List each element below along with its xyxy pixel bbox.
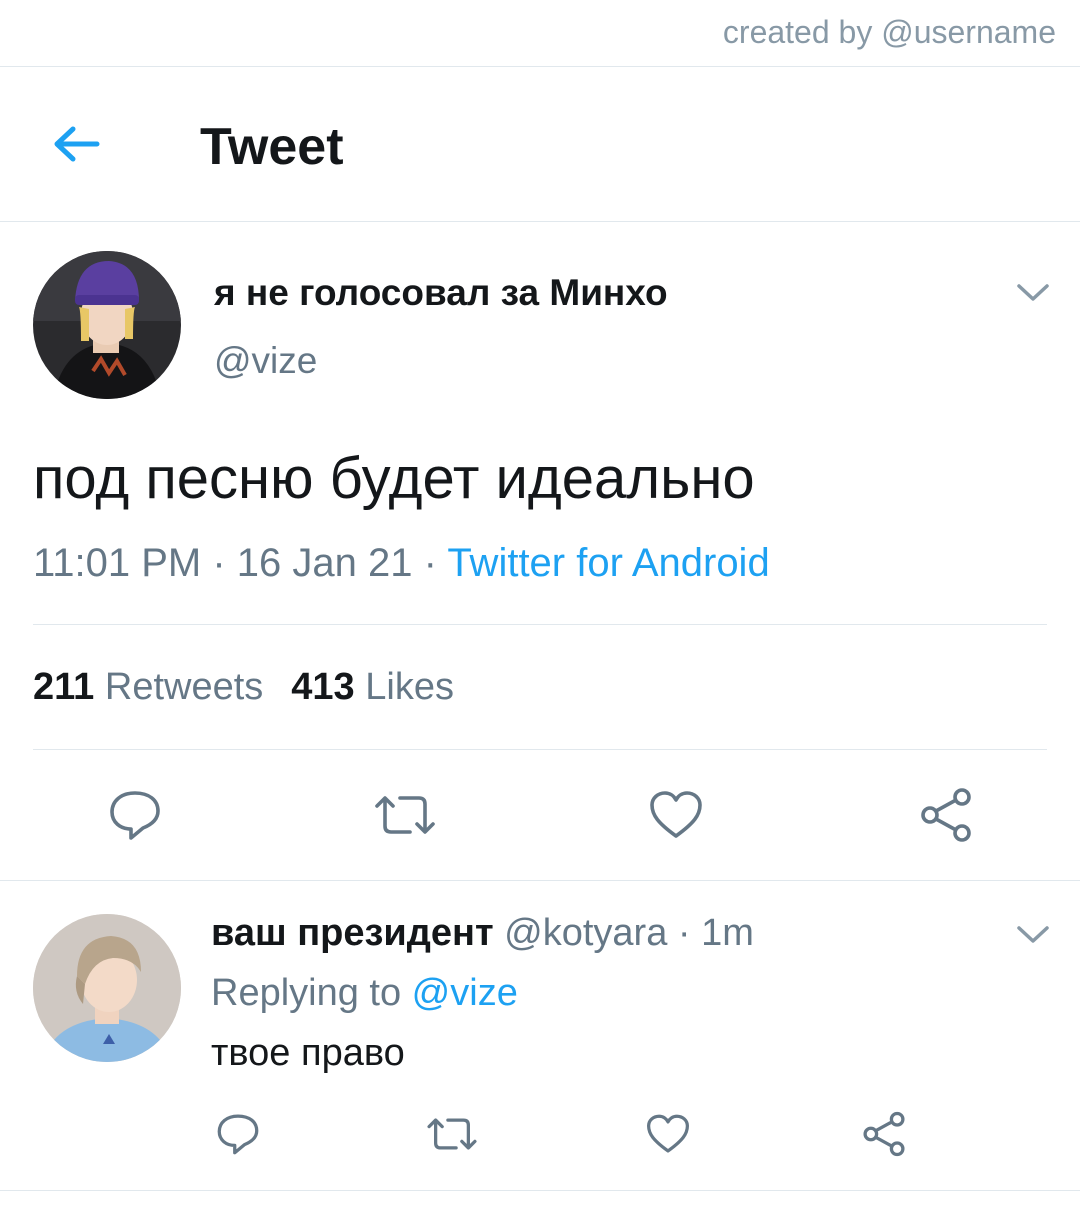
reply-share-button[interactable] — [854, 1104, 914, 1164]
reply-icon — [110, 791, 160, 840]
tweet-text: под песню будет идеально — [33, 446, 755, 511]
author-handle[interactable]: @vize — [214, 340, 317, 382]
divider — [33, 624, 1047, 625]
share-icon — [921, 788, 971, 842]
reply-text: твое право — [211, 1032, 405, 1074]
meta-separator: · — [412, 541, 448, 585]
like-icon — [647, 1114, 689, 1153]
reply-handle[interactable]: @kotyara — [504, 912, 667, 954]
replying-mention-link[interactable]: @vize — [412, 972, 518, 1014]
back-arrow-icon — [54, 126, 100, 162]
page-title: Tweet — [200, 118, 344, 176]
more-options-button[interactable] — [1016, 282, 1050, 304]
divider — [0, 1190, 1080, 1191]
chevron-down-icon — [1017, 926, 1049, 943]
reply-reply-button[interactable] — [208, 1104, 268, 1164]
reply-avatar[interactable] — [33, 914, 181, 1062]
avatar[interactable] — [33, 251, 181, 399]
author-display-name[interactable]: я не голосовал за Минхо — [214, 272, 668, 314]
like-button[interactable] — [641, 782, 711, 848]
chevron-down-icon — [1017, 284, 1049, 301]
divider — [0, 221, 1080, 222]
share-button[interactable] — [911, 782, 981, 848]
reply-header: ваш президент @kotyara · 1m — [211, 912, 754, 955]
likes-count: 413 — [291, 666, 355, 708]
top-bar: Tweet — [0, 67, 1080, 221]
tweet-time: 11:01 PM — [33, 541, 202, 585]
tweet-source-link[interactable]: Twitter for Android — [447, 541, 769, 585]
divider — [33, 749, 1047, 750]
reply-icon — [217, 1114, 259, 1155]
share-icon — [863, 1111, 905, 1157]
reply-like-button[interactable] — [638, 1104, 698, 1164]
retweets-stat[interactable]: 211 Retweets — [33, 666, 263, 708]
retweet-icon — [427, 1118, 477, 1150]
retweet-icon — [375, 796, 435, 834]
retweets-count: 211 — [33, 666, 95, 708]
replying-to: Replying to @vize — [211, 972, 518, 1015]
tweet-stats: 211 Retweets 413 Likes — [33, 666, 454, 709]
like-icon — [650, 791, 702, 838]
meta-separator: · — [667, 912, 702, 954]
tweet-date: 16 Jan 21 — [236, 541, 413, 585]
reply-retweet-button[interactable] — [422, 1104, 482, 1164]
tweet-meta: 11:01 PM · 16 Jan 21 · Twitter for Andro… — [33, 541, 770, 586]
likes-stat[interactable]: 413 Likes — [291, 666, 454, 708]
retweet-button[interactable] — [370, 782, 440, 848]
retweets-label: Retweets — [104, 666, 264, 708]
credit-text: created by @username — [722, 14, 1056, 50]
reply-age: 1m — [701, 912, 754, 954]
likes-label: Likes — [365, 666, 454, 708]
divider — [0, 880, 1080, 881]
reply-display-name[interactable]: ваш президент — [211, 912, 494, 954]
replying-label: Replying to — [211, 972, 412, 1014]
back-button[interactable] — [48, 119, 104, 169]
reply-button[interactable] — [100, 782, 170, 848]
meta-separator: · — [201, 541, 237, 585]
reply-more-options-button[interactable] — [1016, 924, 1050, 946]
